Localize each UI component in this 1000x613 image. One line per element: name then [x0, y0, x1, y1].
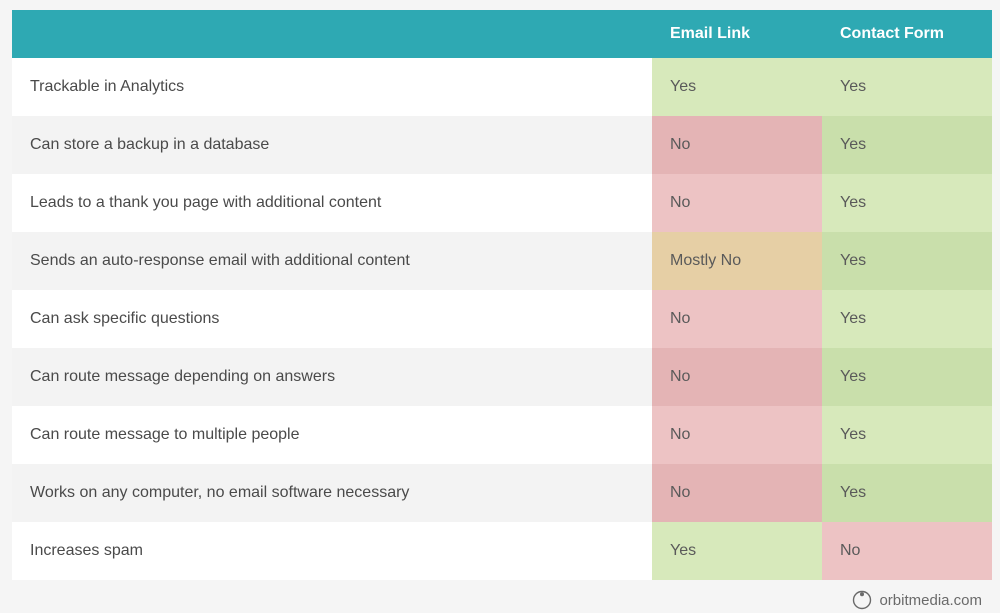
- contact-form-cell: Yes: [822, 464, 992, 522]
- comparison-table-container: Email Link Contact Form Trackable in Ana…: [12, 10, 988, 610]
- orbit-icon: [852, 590, 872, 610]
- header-feature: [12, 10, 652, 58]
- feature-cell: Trackable in Analytics: [12, 58, 652, 116]
- header-email-link: Email Link: [652, 10, 822, 58]
- contact-form-cell: No: [822, 522, 992, 580]
- feature-cell: Can route message to multiple people: [12, 406, 652, 464]
- email-link-cell: No: [652, 406, 822, 464]
- comparison-table: Email Link Contact Form Trackable in Ana…: [12, 10, 992, 580]
- email-link-cell: Mostly No: [652, 232, 822, 290]
- table-body: Trackable in AnalyticsYesYesCan store a …: [12, 58, 992, 580]
- contact-form-cell: Yes: [822, 348, 992, 406]
- email-link-cell: No: [652, 116, 822, 174]
- table-row: Can route message depending on answersNo…: [12, 348, 992, 406]
- table-header-row: Email Link Contact Form: [12, 10, 992, 58]
- contact-form-cell: Yes: [822, 174, 992, 232]
- header-contact-form: Contact Form: [822, 10, 992, 58]
- table-row: Sends an auto-response email with additi…: [12, 232, 992, 290]
- email-link-cell: No: [652, 464, 822, 522]
- email-link-cell: No: [652, 174, 822, 232]
- table-row: Can ask specific questionsNoYes: [12, 290, 992, 348]
- contact-form-cell: Yes: [822, 290, 992, 348]
- table-row: Trackable in AnalyticsYesYes: [12, 58, 992, 116]
- contact-form-cell: Yes: [822, 232, 992, 290]
- feature-cell: Leads to a thank you page with additiona…: [12, 174, 652, 232]
- table-row: Works on any computer, no email software…: [12, 464, 992, 522]
- email-link-cell: No: [652, 348, 822, 406]
- feature-cell: Works on any computer, no email software…: [12, 464, 652, 522]
- email-link-cell: Yes: [652, 522, 822, 580]
- table-row: Increases spamYesNo: [12, 522, 992, 580]
- table-row: Can route message to multiple peopleNoYe…: [12, 406, 992, 464]
- contact-form-cell: Yes: [822, 406, 992, 464]
- feature-cell: Can route message depending on answers: [12, 348, 652, 406]
- table-row: Leads to a thank you page with additiona…: [12, 174, 992, 232]
- footer-text: orbitmedia.com: [879, 592, 982, 609]
- feature-cell: Can store a backup in a database: [12, 116, 652, 174]
- email-link-cell: Yes: [652, 58, 822, 116]
- feature-cell: Increases spam: [12, 522, 652, 580]
- footer-attribution: orbitmedia.com: [12, 580, 988, 610]
- contact-form-cell: Yes: [822, 58, 992, 116]
- feature-cell: Can ask specific questions: [12, 290, 652, 348]
- contact-form-cell: Yes: [822, 116, 992, 174]
- email-link-cell: No: [652, 290, 822, 348]
- table-row: Can store a backup in a databaseNoYes: [12, 116, 992, 174]
- feature-cell: Sends an auto-response email with additi…: [12, 232, 652, 290]
